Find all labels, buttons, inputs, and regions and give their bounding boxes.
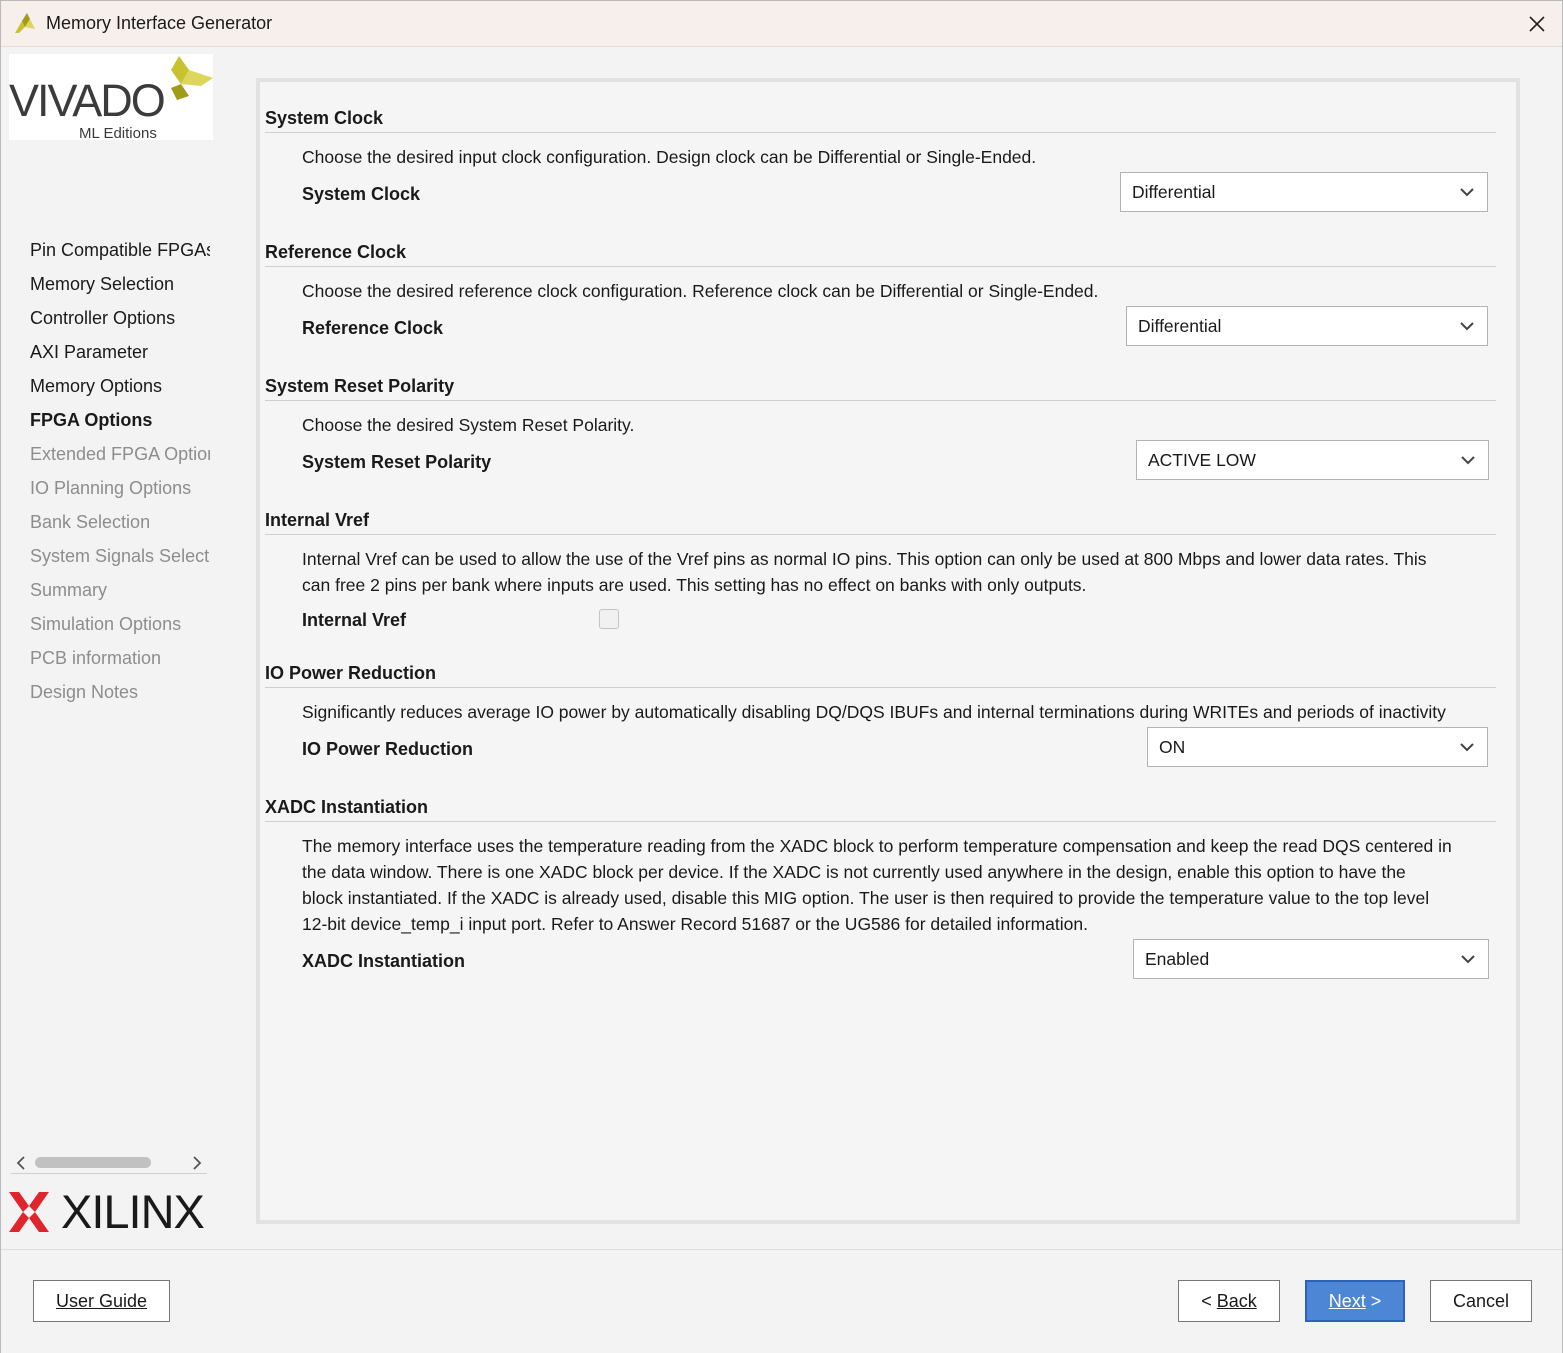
mig-dialog-window: Memory Interface Generator VIVADO ML Edi… <box>0 0 1563 1353</box>
sidebar-item-summary: Summary <box>30 580 108 600</box>
reference-clock-dropdown[interactable]: Differential <box>1126 306 1488 346</box>
sidebar-item-system-signals-selection: System Signals Selection <box>30 546 210 566</box>
xilinx-logo-text: XILINX <box>61 1185 205 1238</box>
reference-clock-value: Differential <box>1138 316 1222 336</box>
internal-vref-section: Internal Vref Internal Vref can be used … <box>265 508 1496 643</box>
close-button[interactable] <box>1512 1 1562 47</box>
sidebar-item-extended-fpga-options: Extended FPGA Options <box>30 444 210 464</box>
reset-polarity-section: System Reset Polarity Choose the desired… <box>265 374 1496 494</box>
back-label: Back <box>1216 1290 1257 1311</box>
vivado-app-icon <box>15 13 35 33</box>
vivado-logo-mark-icon <box>171 56 213 100</box>
vivado-logo: VIVADO ML Editions <box>9 54 213 142</box>
chevron-right-icon[interactable] <box>189 1155 205 1171</box>
reset-polarity-label: System Reset Polarity <box>302 452 492 472</box>
section-title-internal-vref: Internal Vref <box>265 508 1496 535</box>
chevron-down-icon <box>1461 456 1475 465</box>
system-clock-description: Choose the desired input clock configura… <box>302 147 1037 167</box>
next-button[interactable]: Next > <box>1305 1280 1405 1322</box>
io-power-reduction-description: Significantly reduces average IO power b… <box>302 702 1446 722</box>
xadc-instantiation-label: XADC Instantiation <box>302 951 466 971</box>
sidebar-item-fpga-options[interactable]: FPGA Options <box>30 406 210 440</box>
internal-vref-label: Internal Vref <box>302 610 407 630</box>
sidebar-item-axi-parameter[interactable]: AXI Parameter <box>30 338 210 372</box>
reference-clock-description: Choose the desired reference clock confi… <box>302 281 1099 301</box>
next-label: Next <box>1328 1290 1366 1311</box>
cancel-label: Cancel <box>1452 1290 1510 1311</box>
io-power-reduction-value: ON <box>1159 737 1186 757</box>
reference-clock-section: Reference Clock Choose the desired refer… <box>265 240 1496 360</box>
section-title-io-power-reduction: IO Power Reduction <box>265 661 1496 688</box>
user-guide-button[interactable]: User Guide <box>33 1280 170 1322</box>
internal-vref-checkbox[interactable] <box>599 609 619 629</box>
section-title-system-clock: System Clock <box>265 106 1496 133</box>
close-icon <box>1529 16 1545 32</box>
back-button[interactable]: < Back <box>1178 1280 1280 1322</box>
sidebar-item-io-planning-options: IO Planning Options <box>30 478 192 498</box>
user-guide-label: User Guide <box>55 1290 148 1311</box>
xadc-instantiation-value: Enabled <box>1145 949 1210 969</box>
xadc-description-line-4: 12-bit device_temp_i input port. Refer t… <box>302 914 1088 934</box>
system-clock-dropdown[interactable]: Differential <box>1120 172 1488 212</box>
sidebar-item-pin-compatible-fpgas[interactable]: Pin Compatible FPGAs <box>30 236 210 270</box>
back-prefix: < <box>1201 1290 1217 1311</box>
sidebar-item-bank-selection: Bank Selection <box>30 512 151 532</box>
fpga-options-panel: System Clock Choose the desired input cl… <box>256 78 1520 1224</box>
system-clock-value: Differential <box>1132 182 1216 202</box>
dialog-footer: User Guide < Back Next > Cancel <box>1 1249 1562 1353</box>
xadc-instantiation-section: XADC Instantiation The memory interface … <box>265 795 1496 995</box>
io-power-reduction-label: IO Power Reduction <box>302 739 474 759</box>
next-suffix: > <box>1365 1290 1382 1311</box>
xilinx-logo-mark-icon <box>9 1192 49 1232</box>
section-title-reset-polarity: System Reset Polarity <box>265 374 1496 401</box>
chevron-down-icon <box>1461 955 1475 964</box>
internal-vref-description-line-2: can free 2 pins per bank where inputs ar… <box>302 575 1087 595</box>
xadc-description-line-1: The memory interface uses the temperatur… <box>302 836 1452 856</box>
sidebar-item-pcb-information: PCB information <box>30 648 162 668</box>
io-power-reduction-dropdown[interactable]: ON <box>1147 727 1488 767</box>
sidebar-item-simulation-options: Simulation Options <box>30 614 182 634</box>
chevron-left-icon[interactable] <box>13 1155 29 1171</box>
sidebar-item-controller-options[interactable]: Controller Options <box>30 304 210 338</box>
chevron-down-icon <box>1460 322 1474 331</box>
system-clock-section: System Clock Choose the desired input cl… <box>265 106 1496 226</box>
wizard-sidebar: VIVADO ML Editions Pin Compatible FPGAs … <box>3 48 213 1248</box>
sidebar-item-memory-options[interactable]: Memory Options <box>30 372 210 406</box>
reset-polarity-description: Choose the desired System Reset Polarity… <box>302 415 635 435</box>
system-clock-label: System Clock <box>302 184 421 204</box>
reference-clock-label: Reference Clock <box>302 318 444 338</box>
io-power-reduction-section: IO Power Reduction Significantly reduces… <box>265 661 1496 781</box>
vivado-edition-text: ML Editions <box>79 125 157 142</box>
xadc-description-line-3: block instantiated. If the XADC is alrea… <box>302 888 1430 908</box>
cancel-button[interactable]: Cancel <box>1430 1280 1532 1322</box>
xadc-instantiation-dropdown[interactable]: Enabled <box>1133 939 1489 979</box>
vivado-logo-text: VIVADO <box>9 75 166 126</box>
window-title: Memory Interface Generator <box>46 13 273 33</box>
section-title-reference-clock: Reference Clock <box>265 240 1496 267</box>
reset-polarity-value: ACTIVE LOW <box>1148 450 1256 470</box>
sidebar-item-design-notes: Design Notes <box>30 682 139 702</box>
scrollbar-thumb[interactable] <box>35 1157 151 1168</box>
xadc-description-line-2: the data window. There is one XADC block… <box>302 862 1406 882</box>
sidebar-item-memory-selection[interactable]: Memory Selection <box>30 270 210 304</box>
chevron-down-icon <box>1460 188 1474 197</box>
wizard-steps-list: Pin Compatible FPGAs Memory Selection Co… <box>30 236 210 712</box>
xilinx-logo: XILINX <box>9 1187 213 1237</box>
sidebar-horizontal-scrollbar[interactable] <box>11 1152 207 1174</box>
title-bar: Memory Interface Generator <box>1 1 1562 47</box>
reset-polarity-dropdown[interactable]: ACTIVE LOW <box>1136 440 1489 480</box>
chevron-down-icon <box>1460 743 1474 752</box>
internal-vref-description-line-1: Internal Vref can be used to allow the u… <box>302 549 1427 569</box>
section-title-xadc-instantiation: XADC Instantiation <box>265 795 1496 822</box>
